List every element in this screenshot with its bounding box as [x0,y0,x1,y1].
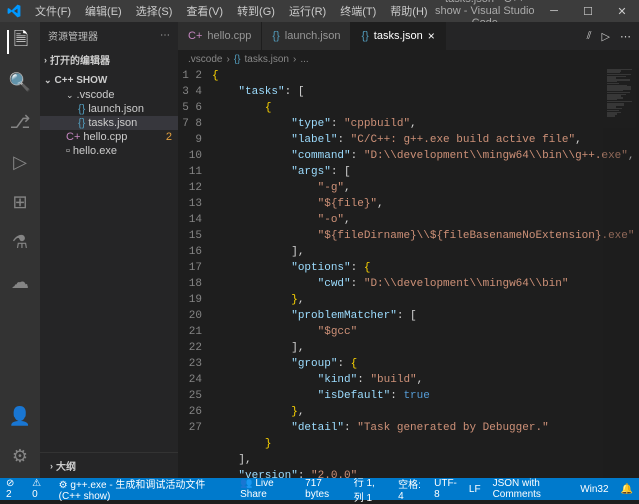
menu-item[interactable]: 运行(R) [284,1,331,21]
file-label: hello.exe [73,145,178,157]
menu-item[interactable]: 转到(G) [232,1,280,21]
status-item[interactable]: ⊘ 2 [0,476,26,502]
breadcrumb[interactable]: .vscode › {} tasks.json › ... [178,50,639,68]
outline-section[interactable]: › 大纲 [46,456,172,475]
open-editors-section[interactable]: › 打开的编辑器 [40,50,178,69]
testing-icon[interactable]: ⚗ [8,230,32,254]
editor-tab[interactable]: {} tasks.json × [351,22,445,50]
file-icon: C+ [66,131,80,143]
source-control-icon[interactable]: ⎇ [8,110,32,134]
vscode-logo [0,4,28,18]
chevron-right-icon: › [50,461,53,471]
tree-item[interactable]: {}tasks.json [40,116,178,130]
file-label: hello.cpp [83,131,163,143]
menu-bar: 文件(F)编辑(E)选择(S)查看(V)转到(G)运行(R)终端(T)帮助(H) [28,1,433,21]
minimap[interactable] [603,68,639,478]
menu-item[interactable]: 终端(T) [335,1,381,21]
split-editor-icon[interactable]: ⫽ [587,30,592,43]
editor: C+hello.cpp{}launch.json{}tasks.json× ⫽ … [178,22,639,478]
minimize-button[interactable]: ─ [537,0,571,22]
tree-item[interactable]: {}launch.json [40,102,178,116]
file-icon: {} [272,30,279,42]
status-item[interactable]: ⚠ 0 [26,476,53,502]
close-tab-icon[interactable]: × [428,29,435,43]
extensions-icon[interactable]: ⊞ [8,190,32,214]
sidebar-more-icon[interactable]: ⋯ [160,30,170,41]
menu-item[interactable]: 查看(V) [181,1,228,21]
explorer-icon[interactable]: 🗎 [7,30,31,54]
tab-bar: C+hello.cpp{}launch.json{}tasks.json× ⫽ … [178,22,639,50]
remote-icon[interactable]: ☁ [8,270,32,294]
tab-label: tasks.json [374,30,423,42]
code-editor[interactable]: 1 2 3 4 5 6 7 8 9 10 11 12 13 14 15 16 1… [178,68,639,478]
menu-item[interactable]: 编辑(E) [80,1,127,21]
file-icon: {} [78,103,85,115]
file-icon: ⌄ [66,90,74,101]
sidebar: 资源管理器 ⋯ › 打开的编辑器 ⌄ C++ SHOW ⌄.vscode{}la… [40,22,178,478]
file-label: launch.json [88,103,178,115]
menu-item[interactable]: 帮助(H) [385,1,432,21]
editor-tab[interactable]: C+ hello.cpp [178,22,262,50]
file-icon: {} [361,30,368,42]
titlebar: 文件(F)编辑(E)选择(S)查看(V)转到(G)运行(R)终端(T)帮助(H)… [0,0,639,22]
run-icon[interactable]: ▷ [602,30,610,43]
file-icon: ▫ [66,145,70,157]
close-button[interactable]: ✕ [605,0,639,22]
status-item[interactable]: 717 bytes [299,476,348,502]
sidebar-title: 资源管理器 [48,28,98,43]
chevron-right-icon: › [44,55,47,65]
accounts-icon[interactable]: 👤 [8,404,32,428]
tab-label: launch.json [285,30,341,42]
editor-tab[interactable]: {} launch.json [262,22,351,50]
more-actions-icon[interactable]: ⋯ [620,30,631,43]
tree-item[interactable]: ▫hello.exe [40,144,178,158]
activity-bar: 🗎 🔍 ⎇ ▷ ⊞ ⚗ ☁ 👤 ⚙ [0,22,40,478]
status-item[interactable]: ⚙ g++.exe - 生成和调试活动文件 (C++ show) [53,476,234,502]
badge: 2 [166,131,178,143]
json-icon: {} [234,54,241,65]
file-icon: C+ [188,30,202,42]
tab-label: hello.cpp [207,30,251,42]
tree-item[interactable]: ⌄.vscode [40,88,178,102]
file-label: tasks.json [88,117,178,129]
settings-icon[interactable]: ⚙ [8,444,32,468]
chevron-down-icon: ⌄ [44,75,52,86]
status-item[interactable]: 👥 Live Share [234,476,299,502]
status-bar: ⊘ 2⚠ 0⚙ g++.exe - 生成和调试活动文件 (C++ show)👥 … [0,478,639,500]
menu-item[interactable]: 选择(S) [131,1,178,21]
project-section[interactable]: ⌄ C++ SHOW [40,73,178,88]
file-icon: {} [78,117,85,129]
file-label: .vscode [77,89,178,101]
menu-item[interactable]: 文件(F) [30,1,76,21]
search-icon[interactable]: 🔍 [8,70,32,94]
run-debug-icon[interactable]: ▷ [8,150,32,174]
tree-item[interactable]: C+hello.cpp2 [40,130,178,144]
maximize-button[interactable]: ☐ [571,0,605,22]
